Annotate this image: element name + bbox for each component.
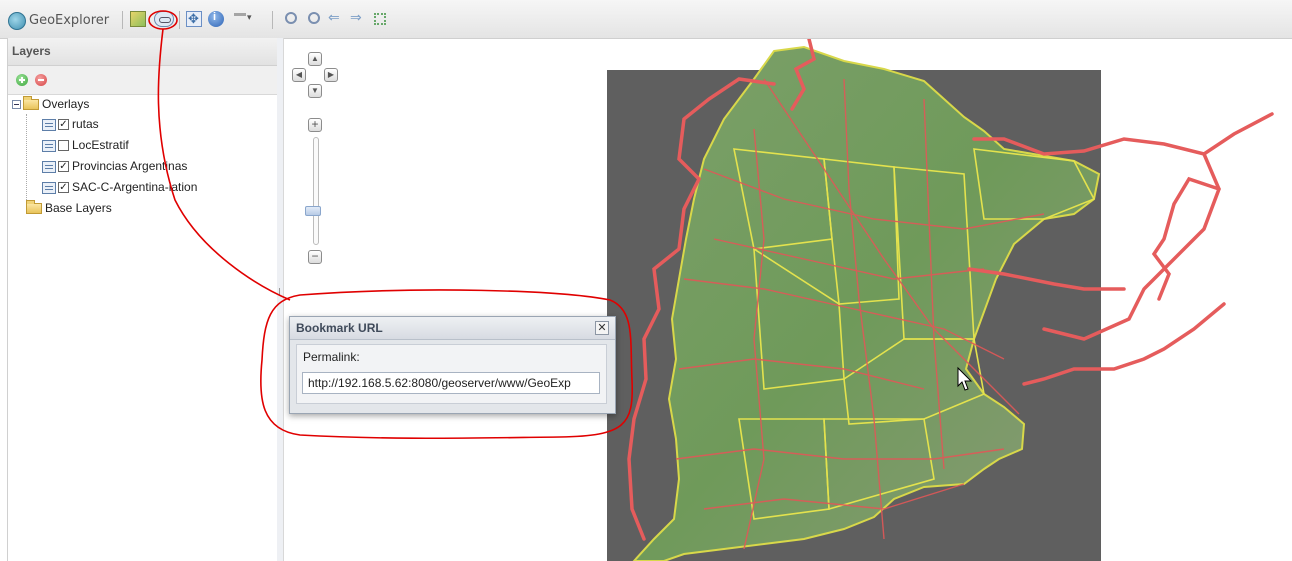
toolbar: GeoExplorer [0,0,1292,39]
layer-checkbox[interactable]: ✓ [58,119,69,131]
layer-label: rutas [72,117,99,131]
folder-open-icon [23,96,39,111]
tree-node-label: Overlays [42,97,90,111]
tree-node-overlays[interactable]: Overlays [12,94,89,114]
zoom-full-extent-icon[interactable] [372,11,388,27]
layer-item[interactable]: ✓ SAC-C-Argentina-lation [42,177,197,197]
permalink-field[interactable] [302,372,600,394]
zoom-out-icon[interactable] [307,11,323,27]
layer-item[interactable]: ✓ rutas [42,114,99,134]
layer-checkbox[interactable]: ✓ [58,161,69,173]
collapse-toggle-icon[interactable] [12,100,21,110]
layer-label: LocEstratif [72,138,129,152]
layer-label: SAC-C-Argentina-lation [72,180,198,194]
add-layer-icon[interactable] [16,74,28,86]
dialog-title: Bookmark URL [290,317,615,340]
panel-splitter[interactable] [277,38,284,561]
layer-switcher-icon[interactable] [130,11,146,27]
bookmark-url-dialog: Bookmark URL ✕ Permalink: [289,316,616,414]
legend-icon[interactable] [42,181,56,194]
land-area [632,45,1101,561]
info-icon[interactable] [208,11,224,27]
back-arrow-icon[interactable] [328,9,344,27]
legend-icon[interactable] [42,139,56,152]
link-icon[interactable] [154,11,174,27]
app-title: GeoExplorer [29,13,110,28]
tree-node-base-layers[interactable]: Base Layers [26,198,112,218]
pan-icon[interactable] [186,11,202,27]
layer-item[interactable]: ✓ Provincias Argentinas [42,156,187,176]
geoexplorer-logo-icon [8,12,26,30]
remove-layer-icon[interactable] [35,74,47,86]
forward-arrow-icon[interactable] [350,9,366,27]
layers-panel-tools [8,66,277,95]
layer-item[interactable]: LocEstratif [42,135,129,155]
layer-label: Provincias Argentinas [72,159,188,173]
zoom-in-icon[interactable] [284,11,300,27]
map-overlays [627,39,1274,561]
measure-icon[interactable] [232,11,254,27]
layer-checkbox[interactable] [58,140,69,152]
layers-panel: Layers Overlays ✓ rutas LocEstratif ✓ Prov… [7,38,278,561]
toolbar-separator [122,11,123,29]
layer-checkbox[interactable]: ✓ [58,182,69,194]
legend-icon[interactable] [42,118,56,131]
folder-icon [26,200,42,215]
tree-node-label: Base Layers [45,201,112,215]
toolbar-separator [179,11,180,29]
permalink-label: Permalink: [303,350,360,364]
map-viewport[interactable]: ▲ ◀ ▶ ▼ + − [284,39,1292,561]
toolbar-separator [272,11,273,29]
dialog-body: Permalink: [296,344,607,404]
close-icon[interactable]: ✕ [595,321,609,335]
layers-panel-title: Layers [8,38,277,66]
legend-icon[interactable] [42,160,56,173]
